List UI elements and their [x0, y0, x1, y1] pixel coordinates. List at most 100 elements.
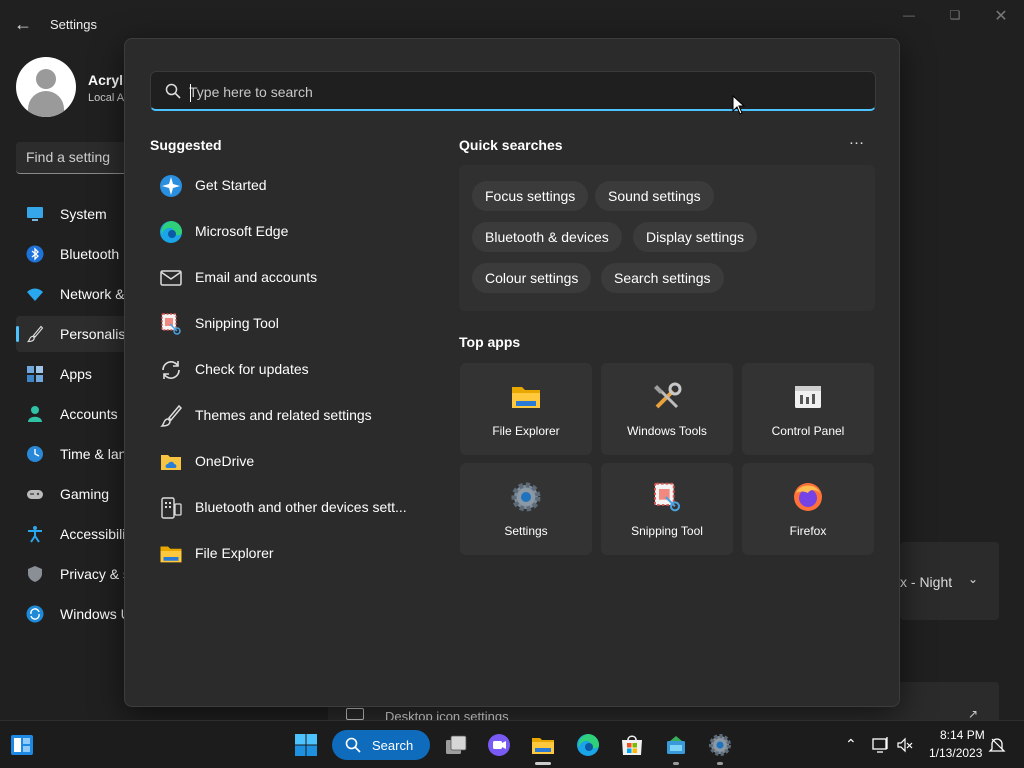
refresh-icon	[159, 358, 183, 382]
task-view-icon[interactable]	[444, 733, 468, 757]
sidebar-item-label: Windows U	[60, 606, 131, 622]
sidebar-item-label: Gaming	[60, 486, 110, 502]
gear-icon[interactable]	[708, 733, 732, 757]
chevron-down-icon: ⌄	[968, 572, 979, 586]
clock-date[interactable]: 1/13/2023	[929, 746, 982, 760]
search-flyout: Suggested Get Started Microsoft Edge Email…	[124, 38, 900, 707]
monitor-icon	[26, 205, 44, 223]
wifi-icon	[26, 285, 44, 303]
running-indicator	[535, 762, 551, 765]
firefox-icon	[792, 481, 824, 513]
suggested-item-label: Email and accounts	[195, 269, 318, 285]
file-explorer-taskbar-icon[interactable]	[531, 733, 555, 757]
open-external-icon: ↗	[968, 707, 979, 721]
sidebar-item-privacy-s[interactable]: Privacy & s	[16, 556, 136, 592]
text-caret	[190, 84, 191, 102]
top-apps-heading: Top apps	[459, 334, 521, 350]
suggested-item-label: Get Started	[195, 177, 267, 193]
top-app-tile[interactable]: Settings	[460, 463, 592, 555]
app-icon[interactable]	[664, 733, 688, 757]
sidebar-item-label: Network &	[60, 286, 125, 302]
sidebar-item-network[interactable]: Network &	[16, 276, 136, 312]
suggested-item-label: Microsoft Edge	[195, 223, 289, 239]
notifications-icon[interactable]	[988, 736, 1006, 754]
top-app-tile[interactable]: Windows Tools	[601, 363, 733, 455]
top-app-tile[interactable]: Firefox	[742, 463, 874, 555]
quick-search-chip[interactable]: Search settings	[601, 263, 724, 293]
sidebar-item-accounts[interactable]: Accounts	[16, 396, 136, 432]
top-app-tile[interactable]: Snipping Tool	[601, 463, 733, 555]
quick-search-chip[interactable]: Sound settings	[595, 181, 714, 211]
suggested-item-label: Bluetooth and other devices sett...	[195, 499, 407, 515]
minimize-button[interactable]: —	[894, 8, 924, 24]
quick-search-chip[interactable]: Colour settings	[472, 263, 592, 293]
sidebar-item-accessibilit[interactable]: Accessibilit	[16, 516, 136, 552]
sidebar-item-bluetooth[interactable]: Bluetooth	[16, 236, 136, 272]
brush-icon	[159, 404, 183, 428]
snipping-tool-icon	[159, 312, 183, 336]
store-icon[interactable]	[620, 733, 644, 757]
close-button[interactable]: ✕	[986, 6, 1016, 25]
sidebar-item-label: Accounts	[60, 406, 118, 422]
sidebar-item-gaming[interactable]: Gaming	[16, 476, 136, 512]
top-app-tile[interactable]: Control Panel	[742, 363, 874, 455]
gear-icon	[510, 481, 542, 513]
search-icon	[165, 83, 181, 99]
folder-icon	[159, 542, 183, 566]
running-indicator	[673, 762, 679, 765]
sidebar-item-label: Privacy & s	[60, 566, 131, 582]
search-input[interactable]	[189, 80, 789, 104]
suggested-item[interactable]: File Explorer	[153, 534, 413, 574]
avatar[interactable]	[16, 57, 76, 117]
keyboard-device-icon	[159, 496, 183, 520]
maximize-button[interactable]: ❏	[940, 8, 970, 24]
apps-icon	[26, 365, 44, 383]
suggested-heading: Suggested	[150, 137, 222, 153]
brush-icon	[26, 325, 44, 343]
search-icon	[345, 737, 361, 753]
sidebar-item-personalisa[interactable]: Personalisa	[16, 316, 136, 352]
find-setting-input[interactable]: Find a setting	[16, 142, 136, 174]
update-icon	[26, 605, 44, 623]
sidebar-item-system[interactable]: System	[16, 196, 136, 232]
top-app-label: Control Panel	[771, 424, 845, 438]
quick-search-chip[interactable]: Display settings	[633, 222, 758, 252]
sidebar-item-time-lan[interactable]: Time & lan	[16, 436, 136, 472]
accessibility-icon	[26, 525, 44, 543]
suggested-item[interactable]: Get Started	[153, 166, 413, 206]
sidebar-item-windows-u[interactable]: Windows U	[16, 596, 136, 632]
bluetooth-icon	[26, 245, 44, 263]
edge-icon[interactable]	[576, 733, 600, 757]
back-arrow-icon[interactable]: ←	[14, 14, 34, 34]
chevron-up-icon[interactable]: ⌃	[845, 736, 863, 754]
top-app-label: Windows Tools	[627, 424, 707, 438]
sidebar-item-apps[interactable]: Apps	[16, 356, 136, 392]
suggested-item[interactable]: Check for updates	[153, 350, 413, 390]
suggested-item[interactable]: Themes and related settings	[153, 396, 413, 436]
top-app-label: File Explorer	[492, 424, 560, 438]
sidebar-item-label: Bluetooth	[60, 246, 120, 262]
tools-icon	[651, 381, 683, 413]
start-icon[interactable]	[294, 733, 318, 757]
network-icon[interactable]	[872, 736, 890, 754]
theme-card[interactable]: x - Night ⌄	[900, 542, 999, 620]
suggested-item[interactable]: OneDrive	[153, 442, 413, 482]
widgets-icon[interactable]	[10, 733, 34, 757]
quick-search-chip[interactable]: Bluetooth & devices	[472, 222, 622, 252]
top-app-tile[interactable]: File Explorer	[460, 363, 592, 455]
control-panel-icon	[792, 381, 824, 413]
chat-icon[interactable]	[487, 733, 511, 757]
more-options-icon[interactable]: …	[845, 132, 869, 153]
clock-time[interactable]: 8:14 PM	[940, 728, 985, 742]
suggested-item[interactable]: Microsoft Edge	[153, 212, 413, 252]
suggested-item[interactable]: Bluetooth and other devices sett...	[153, 488, 413, 528]
snipping-tool-icon	[651, 481, 683, 513]
suggested-item[interactable]: Snipping Tool	[153, 304, 413, 344]
quick-search-chip[interactable]: Focus settings	[472, 181, 589, 211]
taskbar-search-button[interactable]: Search	[332, 730, 430, 760]
search-box[interactable]	[150, 71, 876, 111]
suggested-item[interactable]: Email and accounts	[153, 258, 413, 298]
taskbar-search-label: Search	[372, 738, 414, 753]
volume-muted-icon[interactable]	[896, 736, 914, 754]
sidebar-item-label: Personalisa	[60, 326, 134, 342]
